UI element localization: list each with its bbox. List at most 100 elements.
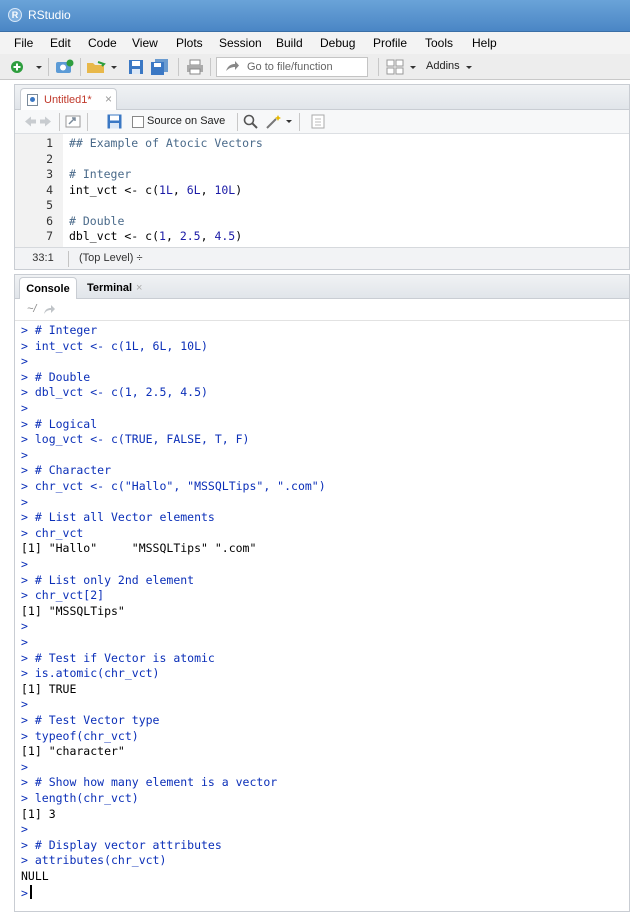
console-output-line: [1] "Hallo" "MSSQLTips" ".com" [21,541,257,556]
new-file-icon[interactable] [10,59,24,75]
code-text: # Double [69,213,125,228]
console-pane: Console Terminal × ~/ > # Integer > int_vc… [14,274,630,912]
menu-view[interactable]: View [132,36,158,50]
console-input-line: > chr_vct[2] [21,588,105,603]
console-input-line: > chr_vct <- c("Hallo", "MSSQLTips", ".c… [21,479,326,493]
source-on-save-checkbox[interactable] [132,116,144,128]
open-file-icon[interactable] [86,59,108,75]
code-editor[interactable]: 1 ## Example of Atocic Vectors 2 3 # Integer… [15,134,629,247]
cursor-position: 33:1 [32,252,54,264]
terminal-close-icon[interactable]: × [136,282,142,294]
console-input-line: > # Display vector attributes [21,837,222,852]
console-input-line: > [21,635,28,649]
console-output[interactable]: > # Integer > int_vct <- c(1L, 6L, 10L) > >… [15,321,629,911]
menu-profile[interactable]: Profile [373,36,407,50]
new-project-icon[interactable] [54,59,76,75]
source-pane: Untitled1* × Source on Save 1 ## Example… [14,84,630,270]
panes-dropdown-icon[interactable] [408,59,418,75]
console-input-line: > [21,447,28,462]
console-working-directory: ~/ [15,299,629,321]
console-input-line: > length(chr_vct) [21,791,139,805]
back-forward-icon[interactable] [23,114,53,129]
print-icon[interactable] [186,59,204,75]
line-number: 6 [46,213,53,228]
save-icon[interactable] [107,114,122,129]
open-file-dropdown-icon[interactable] [110,59,118,75]
tab-close-icon[interactable]: × [105,92,112,106]
console-input-line: > # Test if Vector is atomic [21,650,215,665]
source-on-save-label: Source on Save [147,115,226,127]
console-input-line: > [21,354,28,369]
find-replace-icon[interactable] [243,114,258,129]
code-text: ## Example of Atocic Vectors [69,136,263,150]
rstudio-logo-icon: R [8,8,22,22]
tab-terminal[interactable]: Terminal × [87,277,167,299]
code-text: # Integer [69,167,132,181]
menu-edit[interactable]: Edit [50,36,71,50]
menu-build[interactable]: Build [276,36,303,50]
menu-bar: File Edit Code View Plots Session Build … [0,32,630,54]
show-in-window-icon[interactable] [65,114,81,129]
console-output-line: [1] 3 [21,806,56,821]
tab-terminal-label: Terminal [87,282,133,294]
save-all-icon[interactable] [150,59,170,75]
compile-report-icon[interactable] [311,114,325,129]
window-title: RStudio [28,8,71,22]
menu-session[interactable]: Session [219,36,262,50]
console-input-line: > [21,494,28,509]
code-tools-wand-icon[interactable] [265,114,283,129]
editor-toolbar: Source on Save [15,110,629,134]
tab-title: Untitled1* [44,94,92,106]
toolbar-separator [210,58,211,76]
console-input-line: > [21,557,28,571]
console-input-line: > attributes(chr_vct) [21,853,167,868]
line-number: 4 [46,182,53,197]
workspace-panes-icon[interactable] [386,59,404,75]
go-to-directory-arrow-icon[interactable] [43,305,55,315]
menu-help[interactable]: Help [472,36,497,50]
menu-debug[interactable]: Debug [320,36,355,50]
line-number: 7 [46,229,53,243]
console-tab-strip: Console Terminal × [15,275,629,299]
console-input-line: > # Double [21,369,91,384]
menu-file[interactable]: File [14,36,33,50]
addins-menu[interactable]: Addins [426,60,460,72]
toolbar-separator [80,58,81,76]
toolbar-separator [237,113,238,131]
menu-plots[interactable]: Plots [176,36,203,50]
console-input-line: > [21,822,28,837]
console-input-line: > int_vct <- c(1L, 6L, 10L) [21,338,208,353]
addins-dropdown-icon[interactable] [464,59,474,75]
editor-status-bar: 33:1 (Top Level) ÷ [15,247,629,269]
line-number: 3 [46,167,53,181]
code-text: dbl_vct <- c(1, 2.5, 4.5) [69,229,243,243]
console-input-line: > # Logical [21,416,98,431]
toolbar-separator [378,58,379,76]
toolbar-separator [48,58,49,76]
go-to-file-input[interactable]: Go to file/function [216,57,368,77]
tab-console[interactable]: Console [19,277,77,299]
toolbar-separator [178,58,179,76]
tab-untitled1[interactable]: Untitled1* × [20,88,117,111]
console-prompt[interactable]: > [21,884,32,901]
console-input-line: > [21,759,28,774]
console-output-line: NULL [21,869,49,883]
code-tools-dropdown-icon[interactable] [285,114,293,129]
line-number: 1 [46,136,53,150]
prompt-symbol: > [21,885,28,900]
console-input-line: > # Character [21,463,112,478]
menu-tools[interactable]: Tools [425,36,453,50]
console-input-line: > is.atomic(chr_vct) [21,666,160,681]
scope-selector[interactable]: (Top Level) ÷ [79,252,143,264]
new-file-dropdown-icon[interactable] [34,59,44,75]
go-to-arrow-icon [226,61,239,71]
title-bar: R RStudio [0,0,630,32]
console-input-line: > chr_vct [21,525,84,540]
toolbar-separator [299,113,300,131]
save-icon[interactable] [128,59,144,75]
menu-code[interactable]: Code [88,36,117,50]
r-script-icon [27,94,38,106]
status-separator [68,251,69,267]
console-input-line: > [21,401,28,415]
console-output-line: [1] "MSSQLTips" [21,603,125,618]
